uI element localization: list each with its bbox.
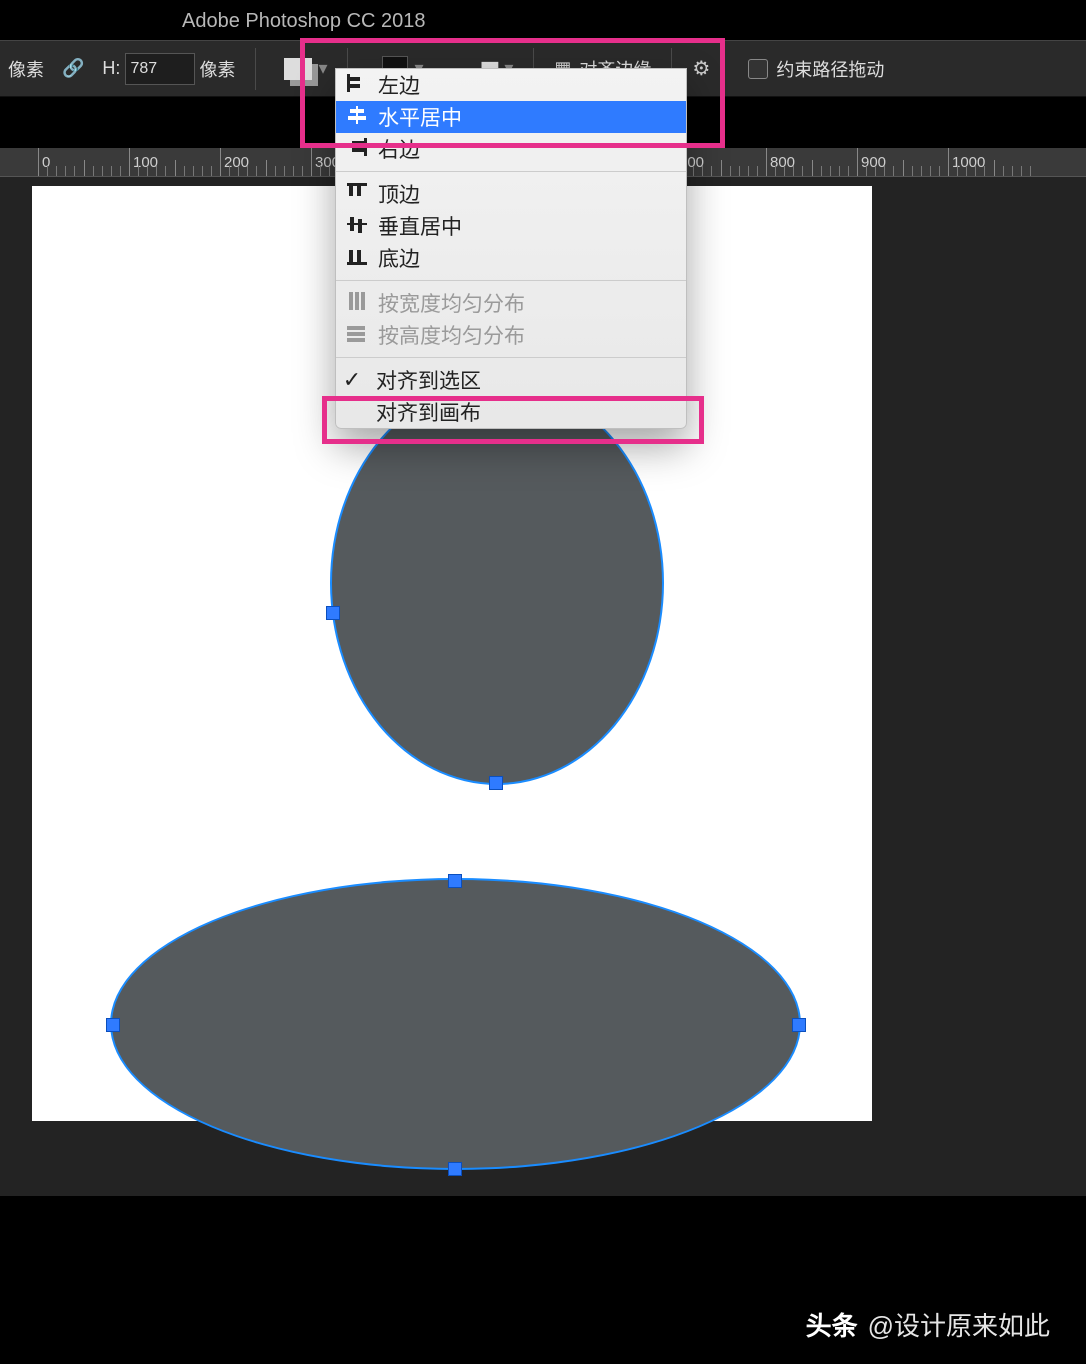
footer-watermark: 头条 @设计原来如此 [0, 1284, 1086, 1364]
anchor-point[interactable] [326, 606, 340, 620]
ellipse-shape-bottom[interactable] [110, 878, 801, 1170]
check-icon: ✓ [336, 367, 368, 393]
path-combine-icon[interactable] [284, 58, 312, 80]
checkbox-icon[interactable] [748, 59, 768, 79]
width-unit-label: 像素 [0, 41, 52, 96]
ruler-number: 100 [133, 154, 158, 171]
height-label: H: [102, 58, 120, 79]
height-input[interactable] [125, 53, 195, 85]
align-left-item[interactable]: 左边 [336, 69, 686, 101]
divider [255, 48, 256, 90]
ruler-number: 200 [224, 154, 249, 171]
author-handle: @设计原来如此 [868, 1306, 1050, 1343]
align-to-canvas-item[interactable]: 对齐到画布 [336, 396, 686, 428]
gear-icon[interactable]: ⚙ [692, 56, 710, 81]
distribute-height-item: 按高度均匀分布 [336, 319, 686, 351]
anchor-point[interactable] [489, 776, 503, 790]
constrain-path-drag-checkbox[interactable]: 约束路径拖动 [748, 56, 884, 82]
distribute-width-item: 按宽度均匀分布 [336, 287, 686, 319]
align-bottom-label: 底边 [378, 243, 420, 273]
height-unit-label: 像素 [199, 56, 235, 82]
anchor-point[interactable] [106, 1018, 120, 1032]
align-top-item[interactable]: 顶边 [336, 178, 686, 210]
anchor-point[interactable] [448, 1162, 462, 1176]
align-to-selection-item[interactable]: ✓ 对齐到选区 [336, 364, 686, 396]
anchor-point[interactable] [448, 874, 462, 888]
distribute-height-label: 按高度均匀分布 [378, 320, 525, 350]
align-vcenter-item[interactable]: 垂直居中 [336, 210, 686, 242]
align-top-label: 顶边 [378, 179, 420, 209]
link-icon[interactable]: 🔗 [62, 58, 84, 79]
align-bottom-item[interactable]: 底边 [336, 242, 686, 274]
align-hcenter-item[interactable]: 水平居中 [336, 101, 686, 133]
ellipse-shape-top[interactable] [330, 381, 664, 785]
align-right-label: 右边 [378, 134, 420, 164]
align-left-label: 左边 [378, 70, 420, 100]
align-to-selection-label: 对齐到选区 [368, 365, 481, 395]
app-title: Adobe Photoshop CC 2018 [182, 10, 426, 33]
path-align-dropdown: 左边 水平居中 右边 顶边 垂直居中 底边 按宽度均匀分布 按高度均匀分布 ✓ … [335, 68, 687, 429]
ruler-number: 900 [861, 154, 886, 171]
distribute-width-label: 按宽度均匀分布 [378, 288, 525, 318]
align-hcenter-label: 水平居中 [378, 102, 462, 132]
constrain-path-drag-label: 约束路径拖动 [776, 56, 884, 82]
anchor-point[interactable] [792, 1018, 806, 1032]
ruler-number: 800 [770, 154, 795, 171]
align-vcenter-label: 垂直居中 [378, 211, 462, 241]
align-to-canvas-label: 对齐到画布 [368, 397, 481, 427]
align-right-item[interactable]: 右边 [336, 133, 686, 165]
toutiao-brand: 头条 [806, 1306, 858, 1343]
